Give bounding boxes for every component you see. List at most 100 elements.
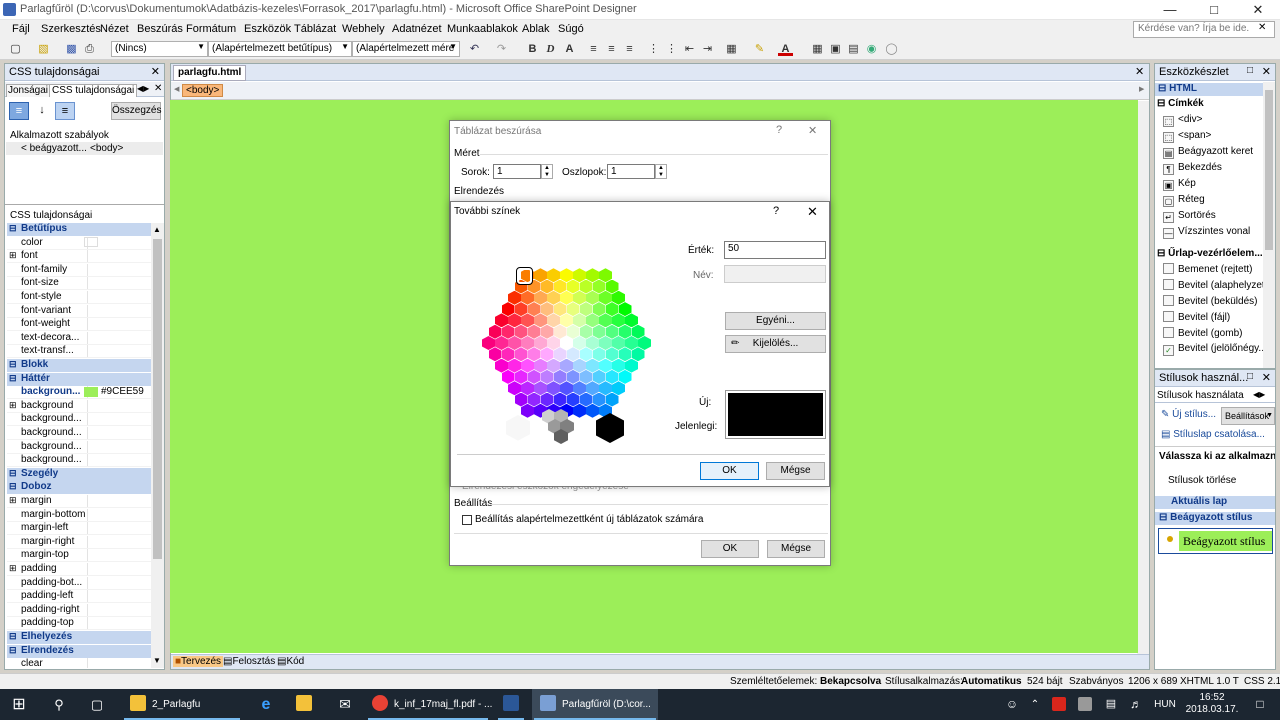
color-cell[interactable]	[599, 290, 612, 305]
toolbox-form-item[interactable]: Bevitel (fájl)	[1163, 311, 1230, 326]
menu-tools[interactable]: Eszközök	[244, 23, 291, 35]
color-cell[interactable]	[495, 336, 508, 350]
print-preview-icon[interactable]: ⎙	[82, 42, 97, 56]
form-controls-category[interactable]: ⊟ Űrlap-vezérlőelem...	[1157, 248, 1263, 259]
color-cell[interactable]	[618, 302, 632, 317]
color-cell[interactable]	[573, 313, 586, 328]
color-cell[interactable]	[527, 347, 541, 362]
toolbox-scrollbar[interactable]	[1263, 82, 1275, 368]
property-row[interactable]: ⊞ font	[7, 250, 151, 264]
align-left-icon[interactable]: ≡	[586, 42, 601, 56]
close-document-icon[interactable]: ✕	[1135, 65, 1144, 78]
toolbox-tag-item[interactable]: ▤ Beágyazott keret	[1163, 146, 1253, 161]
value-input[interactable]: 50	[724, 241, 826, 259]
color-cell[interactable]	[579, 302, 593, 317]
color-cell[interactable]	[534, 268, 547, 283]
color-cell[interactable]	[508, 336, 521, 350]
menu-view[interactable]: Nézet	[100, 23, 129, 35]
table-ok-button[interactable]: OK	[701, 540, 759, 558]
color-cell[interactable]	[625, 358, 638, 373]
color-cell[interactable]	[631, 324, 645, 339]
color-cell[interactable]	[612, 381, 625, 396]
color-cell[interactable]	[514, 324, 528, 339]
minimize-button[interactable]: —	[1148, 0, 1192, 20]
stop-icon[interactable]: ◯	[884, 42, 899, 56]
menu-format[interactable]: Formátum	[186, 23, 236, 35]
toolbox-tag-item[interactable]: ↵ Sortörés	[1163, 210, 1216, 225]
color-cell[interactable]	[553, 324, 567, 339]
property-row[interactable]: background...	[7, 427, 151, 440]
property-row[interactable]: font-variant	[7, 304, 151, 318]
schema-version[interactable]: XHTML 1.0 T	[1180, 676, 1239, 687]
color-cell[interactable]	[592, 369, 606, 384]
collapse-icon[interactable]: ⊟	[9, 645, 17, 656]
toolbox-tag-item[interactable]: ▣ Kép	[1163, 178, 1196, 193]
color-cell[interactable]	[605, 302, 619, 317]
layer-icon[interactable]: ▣	[828, 42, 843, 56]
styles-maximize-icon[interactable]: □	[1247, 371, 1253, 382]
close-window-button[interactable]: ✕	[1236, 0, 1280, 20]
property-row[interactable]: font-style	[7, 291, 151, 304]
color-cell[interactable]	[599, 313, 612, 328]
css-version[interactable]: CSS 2.1	[1244, 676, 1280, 687]
font-color-icon[interactable]: A	[778, 42, 793, 56]
body-tag-chip[interactable]: <body>	[182, 84, 224, 97]
close-doc-icon[interactable]: ✕	[1258, 22, 1266, 33]
name-input[interactable]	[724, 265, 826, 283]
color-cell[interactable]	[566, 347, 580, 362]
explorer-pin-icon[interactable]	[290, 689, 318, 720]
color-cell[interactable]	[586, 358, 599, 373]
color-cell[interactable]	[495, 313, 508, 328]
color-cell[interactable]	[534, 358, 547, 373]
numbered-list-icon[interactable]: ⋮	[646, 42, 661, 56]
property-row[interactable]: font-weight	[7, 318, 151, 332]
property-scrollbar[interactable]: ▲ ▼	[151, 223, 164, 668]
italic-icon[interactable]: D	[543, 42, 558, 56]
color-cell[interactable]	[625, 336, 638, 350]
embedded-styles-header[interactable]: ⊟ Beágyazott stílus	[1155, 512, 1275, 525]
settings-dropdown-button[interactable]: Beállítások ▼	[1221, 407, 1275, 425]
collapse-icon[interactable]: ⊟	[9, 359, 17, 370]
color-cell[interactable]	[521, 290, 534, 305]
tags-category[interactable]: ⊟ Címkék	[1157, 98, 1204, 109]
color-cell[interactable]	[553, 347, 567, 362]
color-cell[interactable]	[579, 392, 593, 407]
color-cell[interactable]	[488, 347, 502, 362]
view-split-tab[interactable]: ▤Felosztás	[223, 656, 275, 667]
color-cell[interactable]	[534, 313, 547, 328]
color-cell[interactable]	[573, 268, 586, 283]
color-cell[interactable]	[547, 381, 560, 396]
table-icon[interactable]: ▦	[810, 42, 825, 56]
color-cell[interactable]	[605, 324, 619, 339]
page-dimensions[interactable]: 1206 x 689	[1128, 676, 1178, 687]
property-category[interactable]: ⊟ Háttér	[7, 372, 151, 386]
color-cell[interactable]	[553, 369, 567, 384]
standard-mode[interactable]: Szabványos	[1069, 676, 1123, 687]
align-right-icon[interactable]: ≡	[622, 42, 637, 56]
expand-icon[interactable]: ⊞	[9, 495, 17, 506]
picture-icon[interactable]: ▤	[846, 42, 861, 56]
summary-button[interactable]: Összegzés	[111, 102, 161, 120]
toolbox-form-item[interactable]: Bevitel (gomb)	[1163, 327, 1242, 342]
scroll-up-icon[interactable]: ▲	[153, 225, 161, 234]
color-cell[interactable]	[508, 290, 521, 305]
property-row[interactable]: margin-bottom	[7, 508, 151, 522]
toolbox-html-header[interactable]: ⊟ HTML	[1155, 83, 1263, 96]
color-cell[interactable]	[501, 302, 515, 317]
property-row[interactable]: text-transf...	[7, 345, 151, 359]
color-cell[interactable]	[534, 290, 547, 305]
collapse-icon[interactable]: ⊟	[9, 373, 17, 384]
property-row[interactable]: font-size	[7, 277, 151, 291]
menu-help[interactable]: Súgó	[558, 23, 584, 35]
undo-icon[interactable]: ↶	[467, 42, 482, 56]
toolbox-form-item[interactable]: ✓ Bevitel (jelölőnégy...	[1163, 343, 1267, 358]
cols-input[interactable]: 1	[607, 164, 655, 179]
collapse-icon[interactable]: ⊟	[9, 631, 17, 642]
style-app-value[interactable]: Automatikus	[961, 676, 1022, 687]
color-cell[interactable]	[599, 336, 612, 350]
menu-dataview[interactable]: Adatnézet	[392, 23, 442, 35]
color-cell[interactable]	[586, 268, 599, 283]
color-cell[interactable]	[501, 369, 515, 384]
toolbox-maximize-icon[interactable]: □	[1247, 65, 1253, 76]
color-cell[interactable]	[514, 392, 528, 407]
